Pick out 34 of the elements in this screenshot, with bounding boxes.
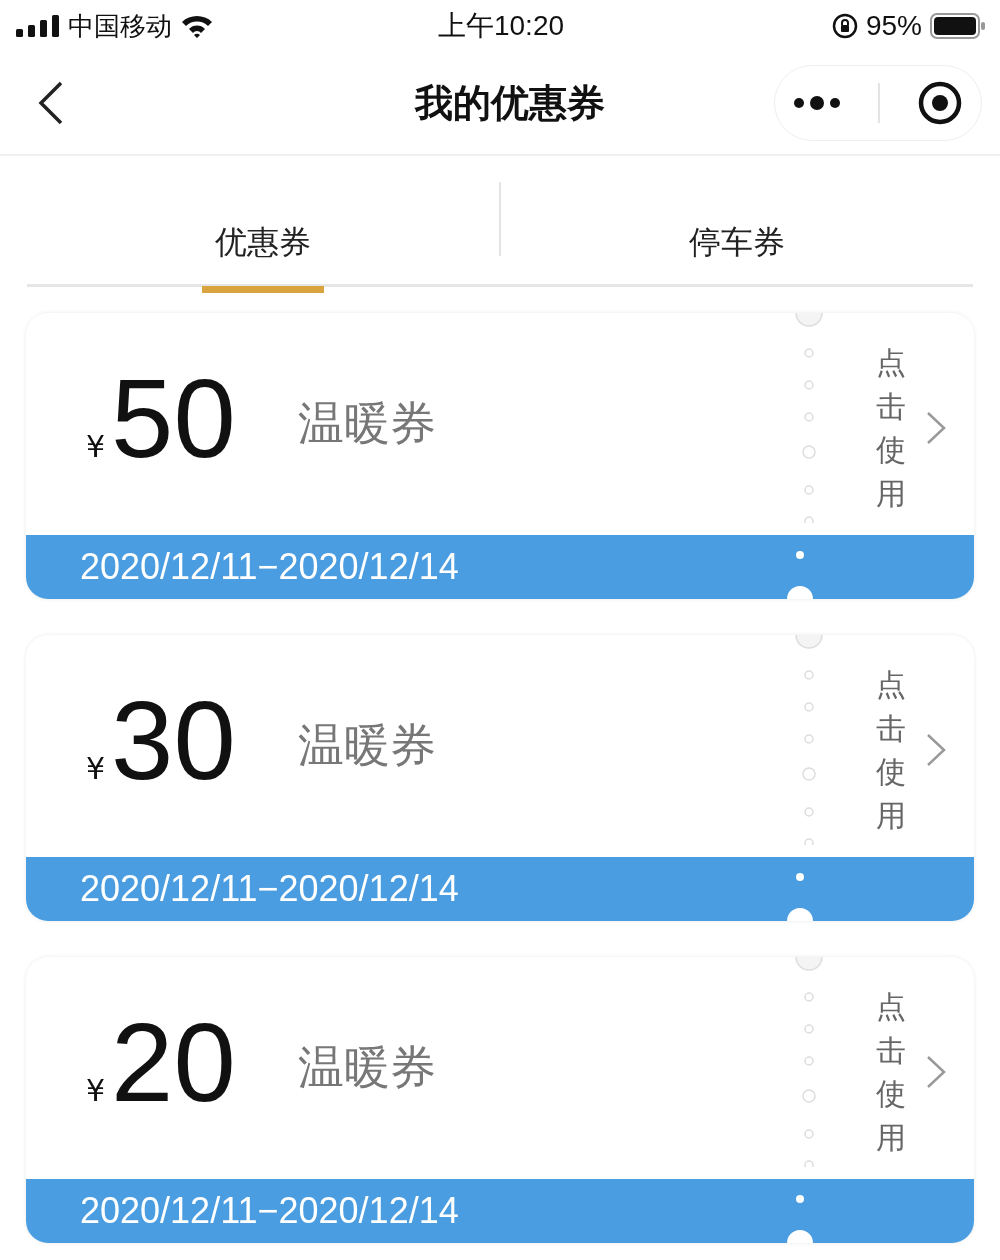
coupon-amount: 50: [111, 363, 236, 475]
use-action-label[interactable]: 点击使用: [876, 985, 906, 1159]
close-target-icon[interactable]: [916, 80, 963, 126]
status-time: 上午10:20: [437, 9, 565, 43]
coupon-name: 温暖券: [298, 395, 436, 452]
coupon-card[interactable]: ¥20 温暖券 点击使用 2020/12/11−2020/12/14: [26, 957, 974, 1243]
validity-dates: 2020/12/11−2020/12/14: [80, 1190, 459, 1232]
validity-dates: 2020/12/11−2020/12/14: [80, 868, 459, 910]
chevron-right-icon: [926, 733, 946, 767]
coupon-name: 温暖券: [298, 717, 436, 774]
battery-percent: 95%: [865, 10, 922, 42]
chevron-right-icon: [926, 411, 946, 445]
back-icon[interactable]: [38, 81, 64, 125]
use-action-label[interactable]: 点击使用: [876, 663, 906, 837]
currency-symbol: ¥: [86, 429, 106, 464]
coupon-amount: 20: [111, 1007, 236, 1119]
coupon-card[interactable]: ¥50 温暖券 点击使用 2020/12/11−2020/12/14: [26, 313, 974, 599]
carrier-name: 中国移动: [68, 9, 172, 43]
wifi-icon: [180, 13, 214, 39]
more-icon[interactable]: [793, 95, 842, 111]
battery-icon: [930, 13, 986, 39]
coupon-card[interactable]: ¥30 温暖券 点击使用 2020/12/11−2020/12/14: [26, 635, 974, 921]
signal-icon: [16, 15, 60, 37]
rotation-lock-icon: [831, 13, 858, 39]
currency-symbol: ¥: [86, 751, 106, 786]
currency-symbol: ¥: [86, 1073, 106, 1108]
tab[interactable]: 停车券: [677, 176, 797, 293]
use-action-label[interactable]: 点击使用: [876, 341, 906, 515]
page-title: 我的优惠券: [415, 79, 605, 127]
coupon-name: 温暖券: [298, 1039, 436, 1096]
coupon-amount: 30: [111, 685, 236, 797]
validity-dates: 2020/12/11−2020/12/14: [80, 546, 459, 588]
tab[interactable]: 优惠券: [202, 176, 324, 293]
chevron-right-icon: [926, 1055, 946, 1089]
